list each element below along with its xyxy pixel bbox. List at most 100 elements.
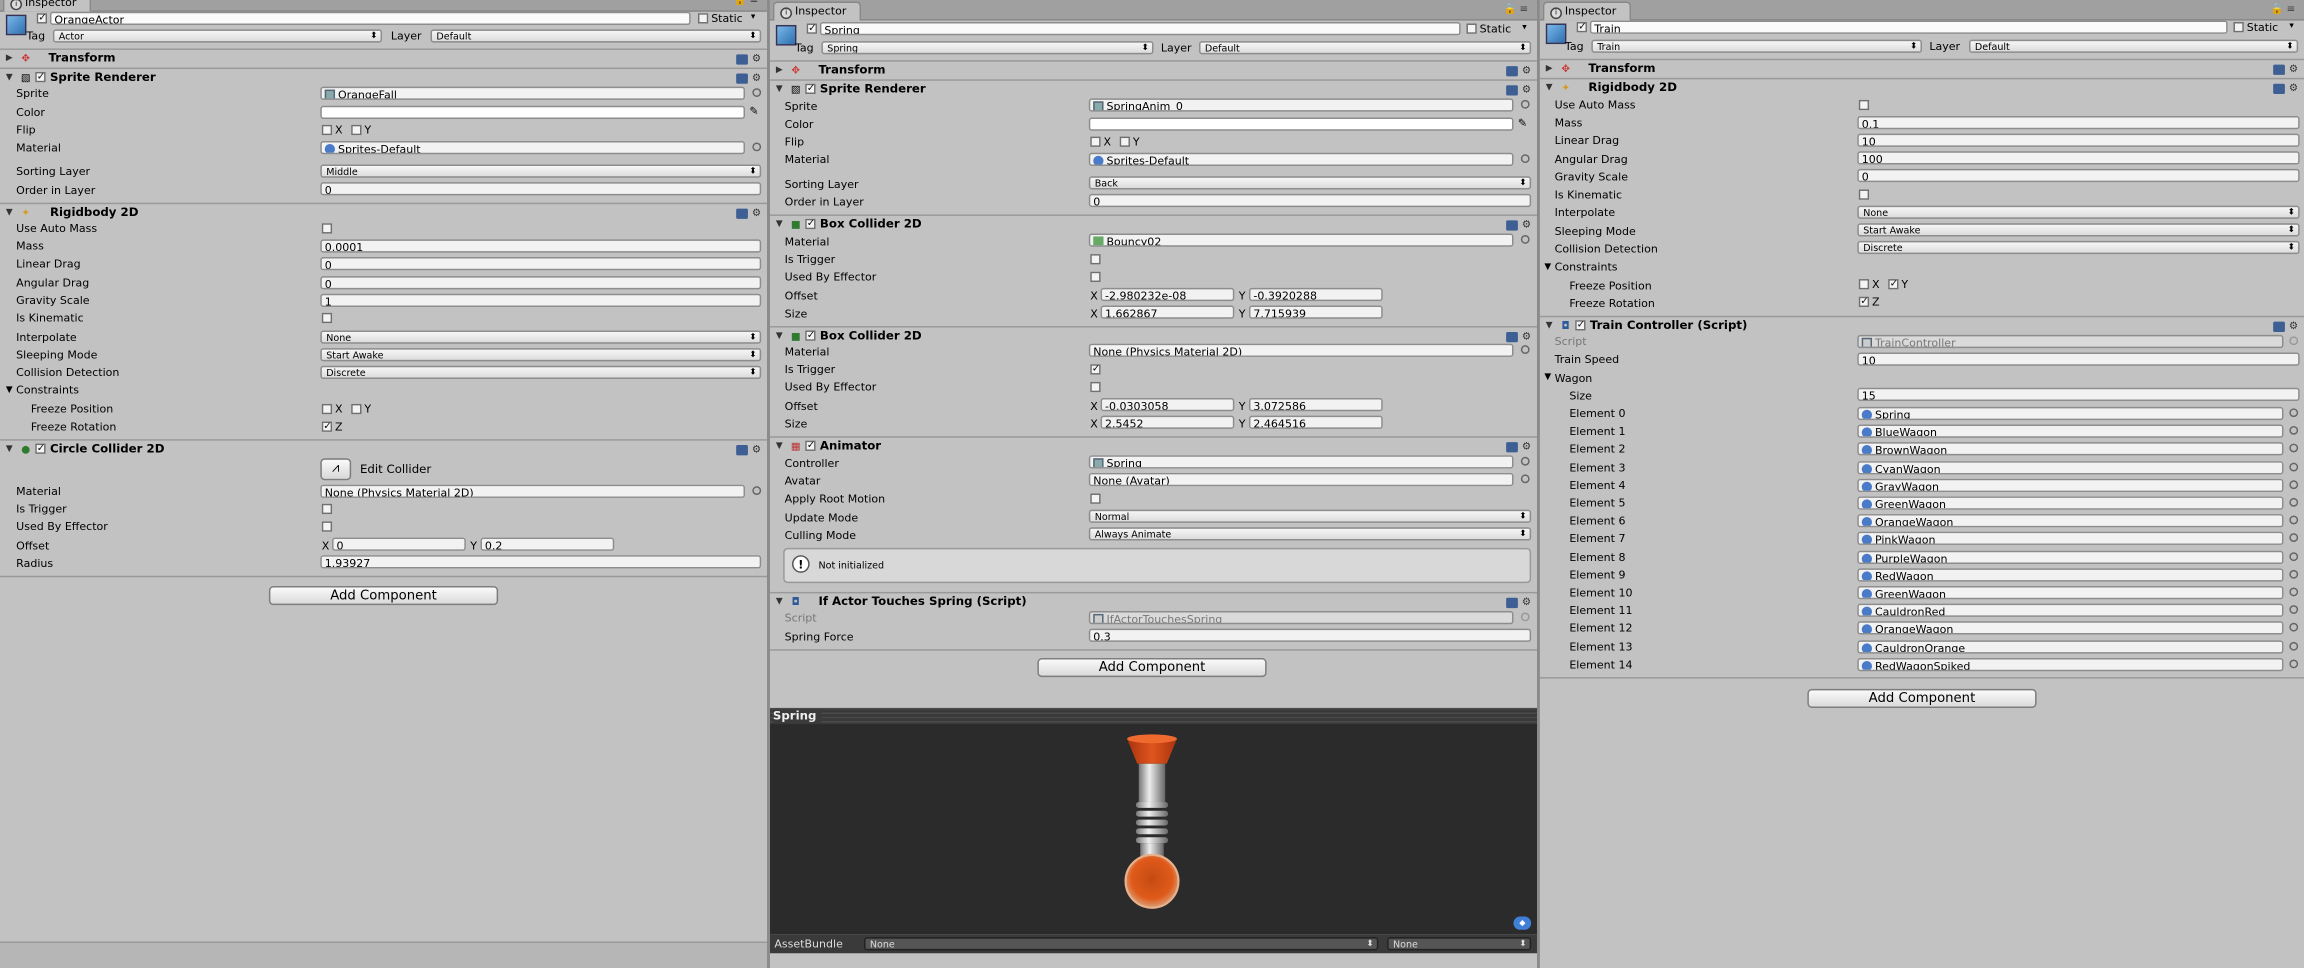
- object-picker-icon[interactable]: [2289, 426, 2299, 436]
- gear-icon[interactable]: ⚙: [2289, 320, 2298, 332]
- foldout-arrow-icon[interactable]: ▼: [776, 330, 783, 340]
- help-book-icon[interactable]: [1505, 597, 1518, 608]
- offset-x-field[interactable]: -2.980232e-08: [1100, 287, 1235, 302]
- foldout-arrow-icon[interactable]: ▼: [6, 207, 13, 217]
- offset-y-field[interactable]: 0.2: [480, 537, 615, 551]
- help-book-icon[interactable]: [1505, 331, 1518, 342]
- box-collider-2d-header[interactable]: ▼ ■ Box Collider 2D ⚙: [769, 214, 1537, 234]
- layer-dropdown[interactable]: Default: [1968, 39, 2299, 53]
- add-component-button[interactable]: Add Component: [268, 586, 499, 606]
- offset-x-field[interactable]: -0.0303058: [1100, 398, 1235, 412]
- object-name-field[interactable]: OrangeActor: [49, 11, 691, 25]
- active-checkbox[interactable]: [1576, 22, 1587, 33]
- static-dropdown-icon[interactable]: ▾: [751, 12, 755, 22]
- gear-icon[interactable]: ⚙: [1522, 84, 1531, 96]
- order-in-layer-field[interactable]: 0: [1088, 193, 1532, 208]
- object-picker-icon[interactable]: [2289, 408, 2299, 418]
- object-picker-icon[interactable]: [2289, 462, 2299, 471]
- object-picker-icon[interactable]: [1520, 474, 1530, 484]
- used-by-effector-checkbox[interactable]: [321, 521, 333, 532]
- object-picker-icon[interactable]: [1520, 235, 1530, 244]
- gear-icon[interactable]: ⚙: [752, 72, 761, 84]
- sorting-layer-dropdown[interactable]: Back: [1088, 176, 1532, 190]
- gravity-scale-field[interactable]: 0: [1857, 168, 2300, 183]
- object-picker-icon[interactable]: [2289, 587, 2299, 597]
- is-trigger-checkbox[interactable]: [1090, 364, 1101, 375]
- material-field[interactable]: Sprites-Default: [320, 141, 745, 155]
- gear-icon[interactable]: ⚙: [1522, 441, 1531, 453]
- tab-inspector[interactable]: i Inspector: [772, 1, 862, 21]
- object-picker-icon[interactable]: [1520, 345, 1530, 354]
- object-picker-icon[interactable]: [2289, 497, 2299, 507]
- material-field[interactable]: None (Physics Material 2D): [1088, 343, 1514, 357]
- flip-y-checkbox[interactable]: [1119, 136, 1130, 147]
- foldout-arrow-icon[interactable]: ▶: [1546, 63, 1553, 73]
- tag-dropdown[interactable]: Train: [1591, 39, 1922, 53]
- object-picker-icon[interactable]: [2289, 623, 2299, 633]
- foldout-arrow-icon[interactable]: ▼: [1546, 82, 1553, 92]
- gear-icon[interactable]: ⚙: [2289, 82, 2298, 94]
- offset-x-field[interactable]: 0: [332, 537, 466, 551]
- wagon-element-field[interactable]: CauldronOrange: [1857, 639, 2284, 654]
- layer-dropdown[interactable]: Default: [1199, 41, 1532, 55]
- gear-icon[interactable]: ⚙: [1522, 65, 1531, 77]
- wagon-element-field[interactable]: GreenWagon: [1857, 586, 2284, 600]
- wagon-element-field[interactable]: BrownWagon: [1857, 442, 2284, 456]
- static-dropdown-icon[interactable]: ▾: [1522, 22, 1526, 32]
- transform-header[interactable]: ▶ ✥ Transform ⚙: [1539, 58, 2304, 78]
- flip-y-checkbox[interactable]: [351, 124, 362, 136]
- object-picker-icon[interactable]: [1520, 154, 1530, 164]
- object-picker-icon[interactable]: [2289, 659, 2299, 669]
- size-y-field[interactable]: 2.464516: [1248, 415, 1383, 429]
- gear-icon[interactable]: ⚙: [1522, 330, 1531, 342]
- active-checkbox[interactable]: [806, 23, 817, 34]
- object-picker-icon[interactable]: [752, 88, 762, 97]
- size-x-field[interactable]: 2.5452: [1100, 415, 1235, 429]
- gear-icon[interactable]: ⚙: [1522, 596, 1531, 608]
- color-field[interactable]: [1088, 117, 1514, 131]
- script-header[interactable]: ▼ ◘ If Actor Touches Spring (Script) ⚙: [769, 591, 1537, 612]
- eyedropper-icon[interactable]: ✎: [749, 104, 758, 117]
- collision-detection-dropdown[interactable]: Discrete: [1857, 240, 2300, 255]
- apply-root-motion-checkbox[interactable]: [1090, 493, 1101, 504]
- help-book-icon[interactable]: [2272, 82, 2285, 94]
- component-enabled-checkbox[interactable]: [805, 218, 816, 230]
- static-dropdown-icon[interactable]: ▾: [2289, 21, 2293, 31]
- wagon-size-field[interactable]: 15: [1857, 387, 2300, 401]
- static-checkbox[interactable]: [2233, 22, 2244, 33]
- is-kinematic-checkbox[interactable]: [321, 312, 333, 324]
- box-collider-2d-header[interactable]: ▼ ■ Box Collider 2D ⚙: [769, 326, 1537, 346]
- foldout-arrow-icon[interactable]: ▼: [776, 596, 783, 606]
- tag-dropdown[interactable]: Actor: [52, 29, 383, 43]
- tab-inspector[interactable]: i Inspector: [2, 0, 92, 12]
- mass-field[interactable]: 0.0001: [320, 239, 762, 253]
- object-picker-icon[interactable]: [2289, 551, 2299, 561]
- freeze-pos-x-checkbox[interactable]: [1858, 279, 1870, 290]
- sleeping-mode-dropdown[interactable]: Start Awake: [1857, 223, 2300, 237]
- wagon-element-field[interactable]: OrangeWagon: [1857, 514, 2284, 528]
- foldout-arrow-icon[interactable]: ▼: [776, 219, 783, 229]
- gear-icon[interactable]: ⚙: [752, 207, 761, 219]
- object-picker-icon[interactable]: [1520, 99, 1530, 109]
- culling-mode-dropdown[interactable]: Always Animate: [1088, 527, 1532, 541]
- gear-icon[interactable]: ⚙: [1522, 219, 1531, 231]
- animator-header[interactable]: ▼ ▦ Animator ⚙: [769, 436, 1537, 456]
- foldout-arrow-icon[interactable]: ▼: [6, 72, 13, 82]
- wagon-element-field[interactable]: PurpleWagon: [1857, 550, 2284, 564]
- interpolate-dropdown[interactable]: None: [1857, 205, 2300, 219]
- sleeping-mode-dropdown[interactable]: Start Awake: [320, 348, 762, 362]
- wagon-element-field[interactable]: OrangeWagon: [1857, 621, 2284, 636]
- gear-icon[interactable]: ⚙: [2289, 63, 2298, 75]
- flip-x-checkbox[interactable]: [321, 124, 333, 136]
- used-by-effector-checkbox[interactable]: [1090, 381, 1101, 393]
- component-enabled-checkbox[interactable]: [35, 443, 46, 454]
- freeze-pos-x-checkbox[interactable]: [321, 403, 333, 415]
- sprite-renderer-header[interactable]: ▼ ▧ Sprite Renderer ⚙: [0, 67, 768, 87]
- object-name-field[interactable]: Spring: [819, 22, 1461, 36]
- rigidbody-2d-header[interactable]: ▼ ✦ Rigidbody 2D ⚙: [0, 202, 768, 222]
- help-book-icon[interactable]: [735, 72, 748, 83]
- object-picker-icon[interactable]: [2289, 569, 2299, 579]
- help-book-icon[interactable]: [2272, 63, 2285, 75]
- offset-y-field[interactable]: 3.072586: [1248, 398, 1383, 412]
- sprite-field[interactable]: SpringAnim_0: [1088, 98, 1514, 112]
